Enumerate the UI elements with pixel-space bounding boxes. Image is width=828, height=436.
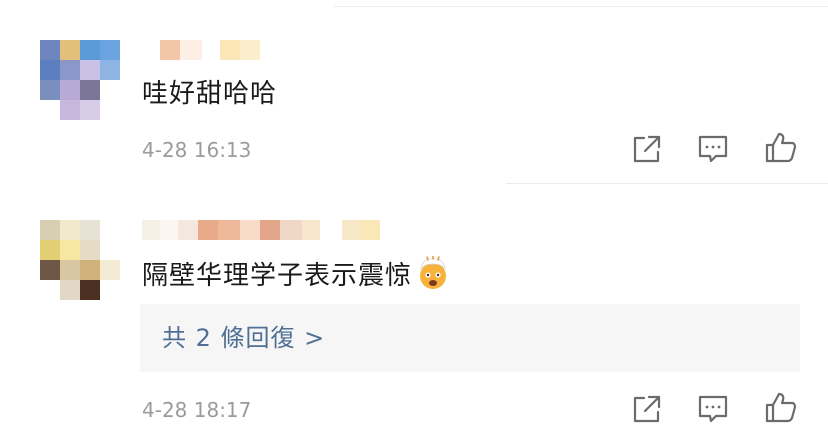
comment-time-1: 4-28 16:13 bbox=[142, 138, 252, 162]
comment-icon bbox=[698, 395, 728, 423]
avatar-2[interactable] bbox=[40, 220, 120, 300]
username-2[interactable] bbox=[142, 220, 380, 240]
share-button-2[interactable] bbox=[630, 392, 664, 426]
comment-divider bbox=[506, 183, 828, 184]
comment-icon bbox=[698, 135, 728, 163]
view-replies-link[interactable]: 共 2 條回復 > bbox=[162, 324, 325, 352]
thumbs-up-icon bbox=[765, 132, 797, 163]
exploding-head-emoji bbox=[416, 255, 450, 290]
comment-text-2: 隔壁华理学子表示震惊 bbox=[142, 255, 450, 292]
avatar-1[interactable] bbox=[40, 40, 120, 120]
share-button-1[interactable] bbox=[630, 132, 664, 166]
comment-time-2: 4-28 18:17 bbox=[142, 398, 252, 422]
comment-button-2[interactable] bbox=[696, 392, 730, 426]
top-divider bbox=[334, 6, 828, 7]
username-1[interactable] bbox=[142, 40, 260, 60]
comment-text-2-content: 隔壁华理学子表示震惊 bbox=[142, 261, 413, 291]
exploding-head-icon bbox=[420, 255, 447, 289]
comment-button-1[interactable] bbox=[696, 132, 730, 166]
share-icon bbox=[633, 135, 661, 163]
comment-text-1: 哇好甜哈哈 bbox=[142, 79, 278, 109]
like-button-1[interactable] bbox=[764, 130, 798, 164]
share-icon bbox=[633, 395, 661, 423]
replies-box[interactable]: 共 2 條回復 > bbox=[140, 304, 800, 372]
like-button-2[interactable] bbox=[764, 390, 798, 424]
thumbs-up-icon bbox=[765, 392, 797, 423]
